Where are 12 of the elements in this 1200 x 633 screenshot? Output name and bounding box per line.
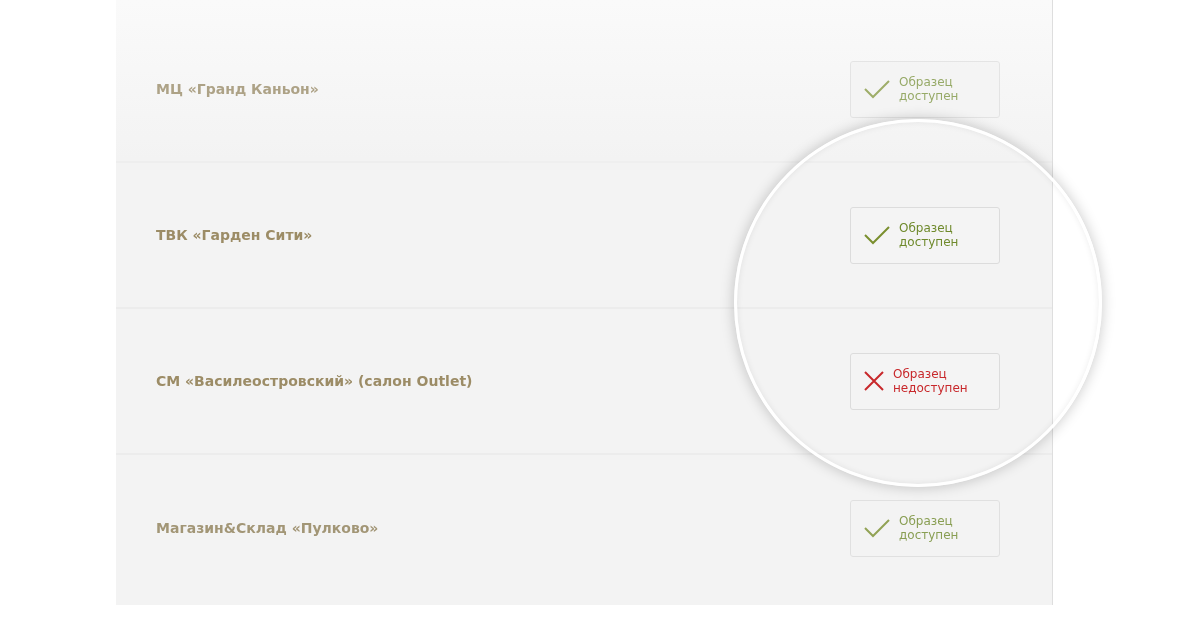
sample-status-badge: Образец доступен xyxy=(850,60,1000,118)
store-name: МЦ «Гранд Каньон» xyxy=(156,81,319,97)
store-name: ТВК «Гарден Сити» xyxy=(156,227,313,243)
check-icon xyxy=(863,518,891,538)
check-icon xyxy=(863,225,891,245)
store-name: Магазин&Склад «Пулково» xyxy=(156,520,379,536)
sample-status-badge: Образец доступен xyxy=(850,206,1000,264)
check-icon xyxy=(863,79,891,99)
cross-icon xyxy=(863,370,885,392)
sample-status-badge: Образец недоступен xyxy=(850,352,1000,410)
sample-status-badge: Образец доступен xyxy=(850,499,1000,557)
store-name: СМ «Василеостровский» (салон Outlet) xyxy=(156,373,473,389)
